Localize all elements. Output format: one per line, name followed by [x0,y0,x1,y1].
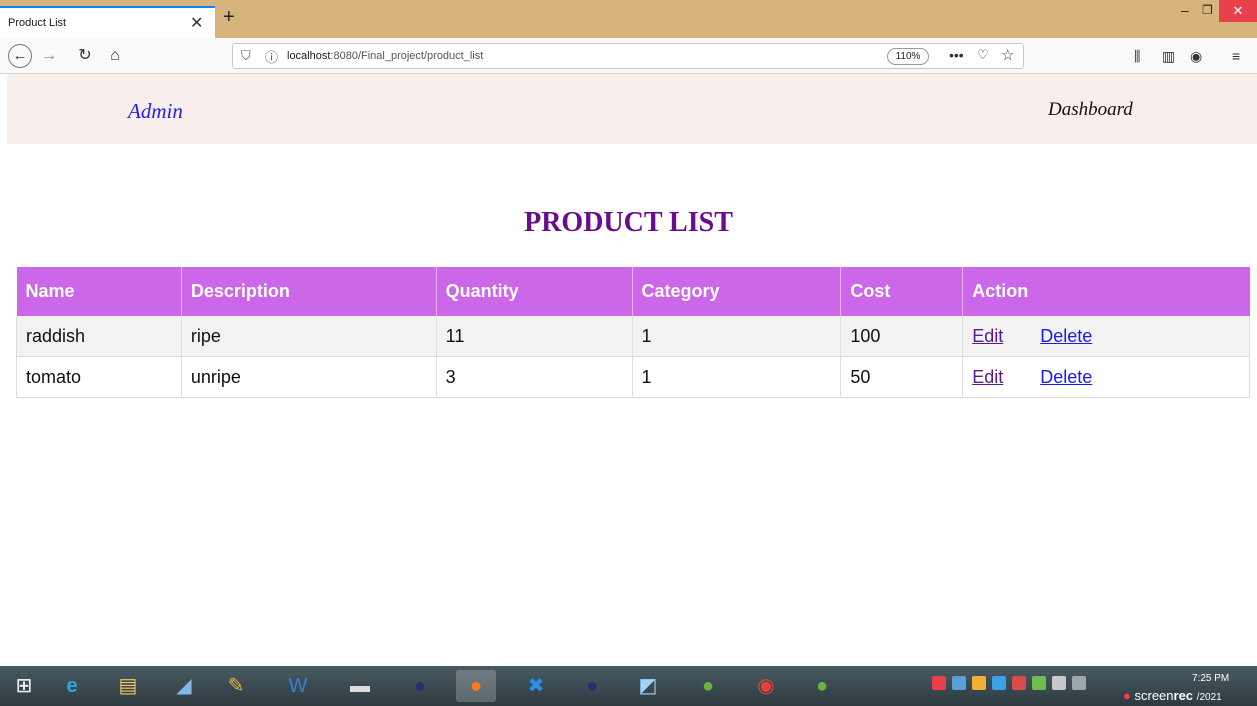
cell-description: ripe [180,316,437,357]
account-icon[interactable]: ◉ [1190,48,1202,65]
browser-tab[interactable]: Product List ✕ [0,6,215,38]
windows-start-icon[interactable]: ⊞ [4,670,44,702]
tray-battery-icon[interactable] [1052,676,1066,690]
watermark-prefix: screen [1134,688,1174,703]
reload-icon[interactable]: ↻ [75,44,95,68]
admin-link[interactable]: Admin [128,99,183,124]
minimize-window-icon[interactable]: – [1181,2,1189,18]
url-path: :8080/Final_project/product_list [330,50,484,62]
page-actions-more-icon[interactable]: ••• [949,47,964,63]
command-prompt-icon[interactable]: ▬ [340,670,380,702]
column-header-category: Category [631,267,841,316]
tray-volume-icon[interactable] [1072,676,1086,690]
eclipse-icon[interactable]: ● [400,670,440,702]
tray-warning-icon[interactable] [972,676,986,690]
site-header: Admin Dashboard [7,74,1257,144]
word-icon[interactable]: W [278,670,318,702]
vscode-icon[interactable]: ✖ [516,670,556,702]
sidebar-icon[interactable]: ▥ [1162,48,1175,65]
column-header-cost: Cost [840,267,963,316]
zoom-level-badge[interactable]: 110% [887,48,929,65]
tray-app-icon[interactable] [992,676,1006,690]
home-icon[interactable]: ⌂ [105,44,125,68]
bookmark-star-icon[interactable]: ☆ [1001,46,1014,64]
browser-toolbar: ← → ↻ ⌂ ⛉ ⓘ localhost:8080/Final_project… [0,38,1257,74]
spring-boot-icon[interactable]: ● [802,670,842,702]
taskbar-clock[interactable]: 7:25 PM [1192,673,1229,684]
tab-strip: Product List ✕ + – ❐ ✕ [0,0,1257,38]
cell-category: 1 [631,316,841,357]
column-header-quantity: Quantity [435,267,632,316]
cell-cost: 50 [840,356,963,398]
tray-sync-icon[interactable] [1032,676,1046,690]
url-text[interactable]: localhost:8080/Final_project/product_lis… [287,50,483,62]
file-explorer-icon[interactable]: ▤ [108,670,148,702]
table-row: raddish ripe 11 1 100 Edit Delete [16,316,1250,357]
clock-date-partial: /2021 [1196,692,1222,703]
internet-explorer-icon[interactable]: e [52,670,92,702]
cell-name: tomato [16,356,182,398]
cell-quantity: 3 [435,356,632,398]
menu-hamburger-icon[interactable]: ≡ [1232,48,1240,64]
firefox-icon[interactable]: ● [456,670,496,702]
mysql-workbench-icon[interactable]: ◩ [628,670,668,702]
table-header-row: Name Description Quantity Category Cost … [16,267,1250,316]
cell-quantity: 11 [435,316,632,357]
table-row: tomato unripe 3 1 50 Edit Delete [16,356,1250,398]
spring-tool-suite-icon[interactable]: ● [688,670,728,702]
address-bar[interactable]: ⛉ ⓘ localhost:8080/Final_project/product… [232,43,1024,69]
tab-title: Product List [8,17,67,29]
close-window-icon[interactable]: ✕ [1219,0,1257,22]
forward-arrow-icon[interactable]: → [40,44,58,68]
site-info-icon[interactable]: ⓘ [265,47,278,66]
cell-action: Edit Delete [962,356,1250,398]
cell-cost: 100 [840,316,963,357]
dashboard-link[interactable]: Dashboard [1048,99,1133,121]
back-arrow-icon[interactable]: ← [8,44,32,68]
delete-link[interactable]: Delete [1040,367,1092,387]
paint-icon[interactable]: ✎ [216,670,256,702]
column-header-description: Description [180,267,437,316]
product-table: Name Description Quantity Category Cost … [16,267,1250,398]
library-icon[interactable]: ⫼ [1134,48,1140,65]
url-host: localhost [287,50,331,62]
cell-action: Edit Delete [962,316,1250,357]
cell-name: raddish [16,316,182,357]
eclipse-ee-icon[interactable]: ● [572,670,612,702]
column-header-name: Name [16,267,182,316]
watermark-suffix: rec [1173,688,1194,703]
edit-link[interactable]: Edit [972,326,1003,346]
tray-pdf-icon[interactable] [1012,676,1026,690]
chrome-icon[interactable]: ◉ [746,670,786,702]
os-taskbar: ⊞ e ▤ ◢ ✎ W ▬ ● ● ✖ ● ◩ ● ◉ ● 7:25 PM [0,666,1257,706]
screenrec-watermark: ● screenrec /2021 [1123,688,1222,703]
delete-link[interactable]: Delete [1040,326,1092,346]
tray-network-icon[interactable] [952,676,966,690]
new-tab-plus-icon[interactable]: + [223,6,235,29]
page-title: PRODUCT LIST [524,207,733,238]
pocket-icon[interactable]: ♡ [977,47,989,63]
column-header-action: Action [962,267,1250,316]
edit-link[interactable]: Edit [972,367,1003,387]
cell-description: unripe [180,356,437,398]
cell-category: 1 [631,356,841,398]
tray-record-icon[interactable] [932,676,946,690]
tracking-shield-icon[interactable]: ⛉ [241,48,251,64]
maximize-window-icon[interactable]: ❐ [1202,3,1213,17]
tab-close-icon[interactable]: ✕ [190,13,203,33]
notepad-icon[interactable]: ◢ [164,670,204,702]
